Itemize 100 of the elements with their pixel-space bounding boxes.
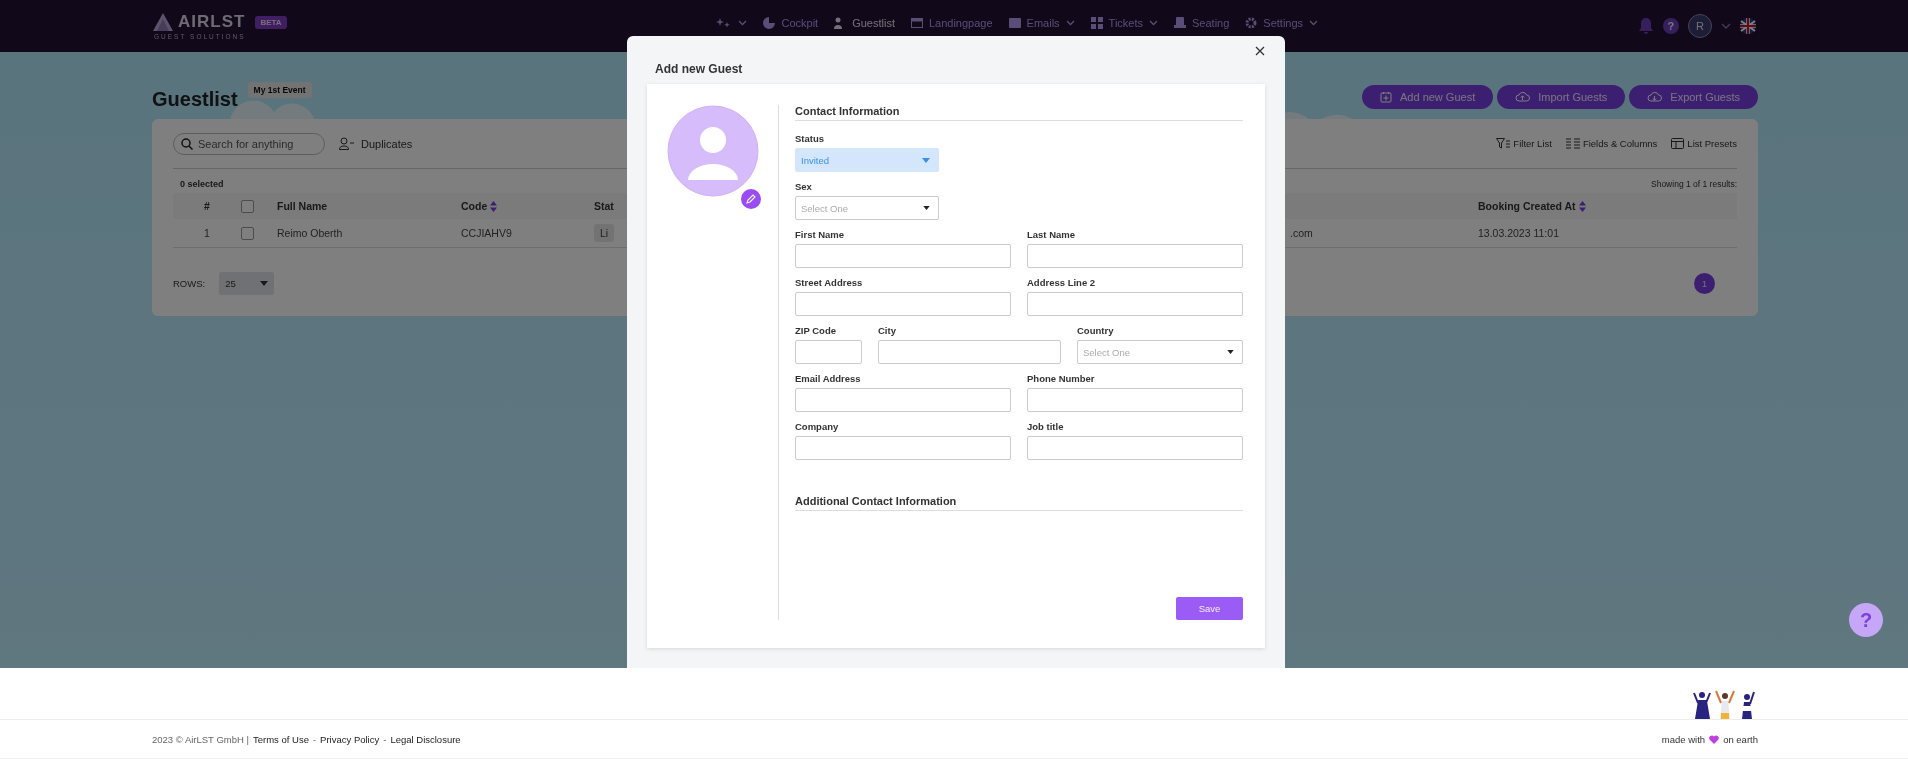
user-minus-icon [339, 137, 355, 150]
cloud-download-icon [1647, 91, 1663, 102]
nav-link[interactable]: Tickets [1090, 17, 1159, 29]
envelope-icon [1008, 18, 1021, 28]
chevron-down-icon [1065, 20, 1075, 26]
footer-link[interactable]: Legal Disclosure [390, 733, 461, 745]
field-label: Email Address [795, 373, 862, 384]
section-heading: Contact Information [795, 105, 1243, 121]
section-heading: Additional Contact Information [795, 495, 1243, 511]
input-field[interactable] [795, 388, 1011, 412]
footer-text: on earth [1723, 733, 1758, 745]
duplicates-button[interactable]: Duplicates [339, 137, 413, 150]
input-field[interactable] [795, 292, 1011, 316]
edit-avatar-button[interactable] [741, 189, 761, 209]
save-button[interactable]: Save [1176, 597, 1243, 620]
chevron-down-icon [1149, 20, 1159, 26]
bell-icon[interactable] [1638, 17, 1654, 35]
results-count: Showing 1 of 1 results: [1651, 179, 1737, 189]
nav-link[interactable]: Landingpage [910, 17, 993, 29]
column-header[interactable]: Code [461, 200, 594, 212]
columns-icon [1565, 138, 1580, 149]
close-icon[interactable] [1255, 46, 1265, 56]
field-label: First Name [795, 229, 846, 240]
beta-badge: BETA [255, 15, 287, 29]
filter-icon [1496, 138, 1511, 149]
sort-icon [1578, 200, 1586, 212]
select-field[interactable]: Select One [1077, 340, 1243, 364]
footer-text: - [383, 733, 387, 745]
nav-link[interactable]: Emails [1008, 17, 1075, 29]
nav-link[interactable]: Seating [1174, 17, 1230, 29]
nav-link[interactable]: Cockpit [763, 17, 819, 29]
caret-icon [1227, 350, 1234, 354]
input-field[interactable] [795, 244, 1011, 268]
action-button[interactable]: Export Guests [1629, 84, 1758, 109]
caret-icon [923, 206, 930, 210]
table-cell-text: CCJIAHV9 [461, 227, 513, 239]
field-label: Street Address [795, 277, 864, 288]
field-label: Phone Number [1027, 373, 1096, 384]
field-label: Status [795, 133, 826, 144]
rows-per-page-select[interactable]: 25 [219, 272, 275, 295]
caret-icon [922, 157, 930, 163]
column-header: Stat [594, 200, 615, 212]
toolbar-button[interactable]: List Presets [1671, 138, 1737, 149]
window-icon [910, 17, 923, 29]
table-cell-text: 13.03.2023 11:01 [1478, 227, 1560, 239]
input-field[interactable] [1027, 436, 1243, 460]
chevron-down-icon [738, 20, 748, 26]
field-label: Last Name [1027, 229, 1077, 240]
input-field[interactable] [795, 436, 1011, 460]
action-button[interactable]: Import Guests [1497, 84, 1626, 109]
avatar-placeholder-icon [667, 105, 759, 197]
field-label: Sex [795, 181, 813, 192]
table-cell-text: Reimo Oberth [277, 227, 344, 239]
footer-link[interactable]: Privacy Policy [320, 733, 380, 745]
field-label: Country [1077, 325, 1115, 336]
sort-icon [490, 200, 498, 212]
status-tag: Li [594, 224, 615, 242]
help-button[interactable]: ? [1663, 18, 1679, 34]
flag-icon[interactable] [1740, 18, 1756, 34]
checkbox[interactable] [241, 199, 254, 213]
page-button[interactable]: 1 [1694, 273, 1715, 295]
column-header: # [203, 200, 211, 212]
toolbar-button[interactable]: Filter List [1496, 138, 1552, 149]
footer-text: - [312, 733, 317, 745]
chevron-down-icon [1309, 20, 1319, 26]
table-cell-text: .com [1290, 227, 1314, 239]
footer-text: made with [1661, 733, 1706, 745]
input-field[interactable] [1027, 292, 1243, 316]
field-label: Address Line 2 [1027, 277, 1097, 288]
select-field[interactable]: Select One [795, 196, 939, 220]
dialog-title: Add new Guest [655, 62, 743, 76]
footer-text: 2023 © AirLST GmbH | [152, 733, 249, 745]
column-header: Full Name [277, 200, 329, 212]
toolbar-button[interactable]: Fields & Columns [1565, 138, 1658, 149]
cloud-upload-icon [1515, 91, 1531, 102]
footer-link[interactable]: Terms of Use [252, 733, 309, 745]
checkbox[interactable] [241, 226, 254, 240]
search-field[interactable]: Search for anything [173, 132, 325, 155]
user-avatar[interactable]: R [1688, 14, 1712, 38]
calendar-plus-icon [1380, 90, 1392, 103]
caret-icon [260, 281, 269, 286]
search-icon [181, 137, 193, 150]
selection-count: 0 selected [180, 179, 224, 189]
nav-link[interactable]: Settings [1245, 17, 1319, 29]
pencil-icon [746, 194, 756, 204]
action-button[interactable]: Add new Guest [1362, 84, 1494, 109]
table-cell-text: 1 [203, 227, 211, 239]
input-field[interactable] [878, 340, 1061, 364]
chevron-down-icon[interactable] [1721, 23, 1731, 29]
gear-icon [1245, 17, 1258, 29]
input-field[interactable] [795, 340, 862, 364]
nav-link[interactable]: Guestlist [834, 17, 895, 29]
rows-label: ROWS: [173, 278, 206, 289]
table-icon [1671, 138, 1685, 149]
select-field[interactable]: Invited [795, 148, 939, 172]
input-field[interactable] [1027, 388, 1243, 412]
input-field[interactable] [1027, 244, 1243, 268]
logo-text: AIRLST [178, 12, 246, 32]
heart-icon [1709, 734, 1720, 744]
column-header[interactable]: Booking Created At [1478, 200, 1737, 212]
